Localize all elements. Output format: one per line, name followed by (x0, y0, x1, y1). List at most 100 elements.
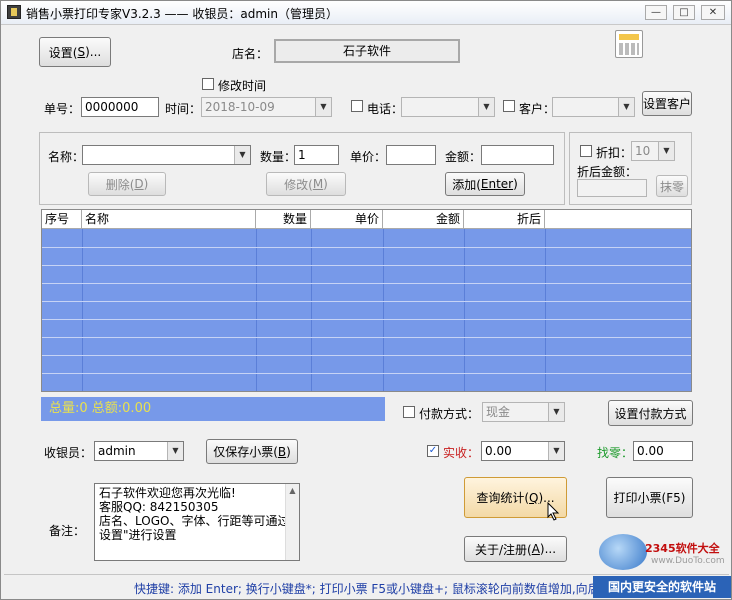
clear-fraction-button[interactable]: 抹零 (656, 175, 688, 197)
main-window: 销售小票打印专家V3.2.3 —— 收银员：admin（管理员） — □ ✕ 设… (0, 0, 732, 600)
item-name-select[interactable]: ▼ (82, 145, 251, 165)
chevron-down-icon[interactable]: ▼ (548, 442, 564, 460)
chevron-down-icon[interactable]: ▼ (315, 98, 331, 116)
column-header-index[interactable]: 序号 (42, 210, 82, 229)
store-name-field: 石子软件 (274, 39, 460, 63)
column-header-amount[interactable]: 金额 (383, 210, 464, 229)
payment-method-select[interactable]: 现金 ▼ (482, 402, 565, 422)
save-button-label: 仅保存小票( (213, 445, 278, 459)
calculator-icon[interactable] (615, 30, 643, 58)
site-watermark: 2345软件大全 www.DuoTo.com 国内更安全的软件站 (593, 526, 731, 598)
delete-button[interactable]: 删除(D) (88, 172, 166, 196)
chevron-down-icon[interactable]: ▼ (658, 142, 674, 160)
remark-line: 设置"进行设置 (99, 528, 177, 542)
chevron-down-icon[interactable]: ▼ (234, 146, 250, 164)
chevron-down-icon[interactable]: ▼ (167, 442, 183, 460)
column-header-discounted[interactable]: 折后 (464, 210, 545, 229)
discount-checkbox[interactable] (580, 145, 592, 157)
modify-hotkey: M (312, 177, 324, 191)
actual-received-select[interactable]: 0.00 ▼ (481, 441, 565, 461)
cashier-label: 收银员： (44, 446, 93, 460)
amount-input[interactable] (481, 145, 554, 165)
customer-select[interactable]: ▼ (552, 97, 635, 117)
watermark-title: 2345软件大全 (645, 542, 720, 555)
set-payment-method-button[interactable]: 设置付款方式 (608, 400, 693, 426)
settings-button[interactable]: 设置(S)... (39, 37, 111, 67)
remark-line: 石子软件欢迎您再次光临! (99, 486, 236, 500)
order-number-input[interactable]: 0000000 (81, 97, 159, 117)
column-header-name[interactable]: 名称 (82, 210, 256, 229)
order-number-label: 单号： (44, 102, 81, 116)
discount-select[interactable]: 10 ▼ (631, 141, 675, 161)
query-button-label: 查询统计( (476, 491, 530, 505)
remark-line: 客服QQ: 842150305 (99, 500, 219, 514)
watermark-url: www.DuoTo.com (651, 556, 725, 566)
cashier-select[interactable]: admin ▼ (94, 441, 184, 461)
table-header: 序号 名称 数量 单价 金额 折后 (42, 210, 691, 229)
unit-price-label: 单价： (350, 150, 387, 164)
add-button-label: 添加( (452, 177, 481, 192)
table-body[interactable] (42, 229, 691, 391)
actual-received-value: 0.00 (485, 444, 512, 458)
totals-summary: 总量:0 总额:0.00 (41, 397, 385, 421)
set-customer-button[interactable]: 设置客户 (642, 91, 692, 116)
about-hotkey: A (531, 542, 540, 556)
remark-label: 备注： (49, 524, 86, 538)
time-picker[interactable]: 2018-10-09 14:25:10 ▼ (201, 97, 332, 117)
discount-label: 折扣： (596, 146, 633, 160)
watermark-logo-icon (599, 534, 647, 570)
about-button-label: 关于/注册( (474, 542, 532, 557)
item-name-label: 名称： (48, 150, 85, 164)
actual-received-checkbox[interactable]: ✓ (427, 445, 439, 457)
add-item-button[interactable]: 添加(Enter) (445, 172, 525, 196)
modify-button[interactable]: 修改(M) (266, 172, 346, 196)
payment-method-label: 付款方式： (419, 407, 480, 421)
save-button-suffix: ) (286, 444, 291, 459)
minimize-button[interactable]: — (645, 5, 667, 20)
after-discount-input[interactable] (577, 179, 647, 197)
watermark-slogan: 国内更安全的软件站 (593, 576, 731, 598)
discount-value: 10 (635, 144, 651, 158)
modify-time-label: 修改时间 (218, 79, 267, 93)
chevron-down-icon[interactable]: ▼ (618, 98, 634, 116)
remark-textarea[interactable]: 石子软件欢迎您再次光临! 客服QQ: 842150305 店名、LOGO、字体、… (94, 483, 300, 561)
chevron-down-icon[interactable]: ▼ (478, 98, 494, 116)
settings-button-suffix: )... (85, 45, 102, 59)
payment-method-checkbox[interactable] (403, 406, 415, 418)
shortcut-hint: 快捷键: 添加 Enter; 换行小键盘*; 打印小票 F5或小键盘+; 鼠标滚… (134, 582, 624, 596)
amount-label: 金额： (445, 150, 482, 164)
modify-time-checkbox[interactable] (202, 78, 214, 90)
maximize-button[interactable]: □ (673, 5, 695, 20)
save-hotkey: B (277, 444, 287, 459)
payment-method-value: 现金 (486, 405, 511, 419)
change-field[interactable]: 0.00 (633, 441, 693, 461)
app-icon (7, 5, 21, 19)
about-register-button[interactable]: 关于/注册(A)... (464, 536, 567, 562)
close-button[interactable]: ✕ (701, 5, 725, 20)
modify-button-label: 修改( (284, 177, 313, 192)
chevron-down-icon[interactable]: ▼ (548, 403, 564, 421)
phone-label: 电话： (367, 102, 404, 116)
customer-checkbox[interactable] (503, 100, 515, 112)
about-button-suffix: )... (539, 542, 557, 556)
unit-price-input[interactable] (386, 145, 436, 165)
add-hotkey: Enter (480, 177, 514, 191)
time-value: 2018-10-09 14:25:10 (205, 100, 275, 114)
query-hotkey: Q (529, 490, 539, 505)
phone-checkbox[interactable] (351, 100, 363, 112)
save-receipt-button[interactable]: 仅保存小票(B) (206, 439, 298, 464)
remark-scrollbar[interactable]: ▲ (285, 484, 299, 560)
items-table[interactable]: 序号 名称 数量 单价 金额 折后 (41, 209, 692, 392)
remark-line: 店名、LOGO、字体、行距等可通过" (99, 514, 295, 528)
quantity-input[interactable]: 1 (294, 145, 339, 165)
add-button-suffix: ) (513, 177, 518, 191)
cashier-value: admin (98, 444, 136, 458)
print-receipt-button[interactable]: 打印小票(F5) (606, 477, 693, 518)
quantity-label: 数量： (260, 150, 297, 164)
phone-select[interactable]: ▼ (401, 97, 495, 117)
column-header-qty[interactable]: 数量 (256, 210, 311, 229)
actual-received-label: 实收： (443, 446, 480, 460)
delete-hotkey: D (134, 177, 144, 191)
change-label: 找零： (597, 446, 634, 460)
column-header-price[interactable]: 单价 (311, 210, 383, 229)
